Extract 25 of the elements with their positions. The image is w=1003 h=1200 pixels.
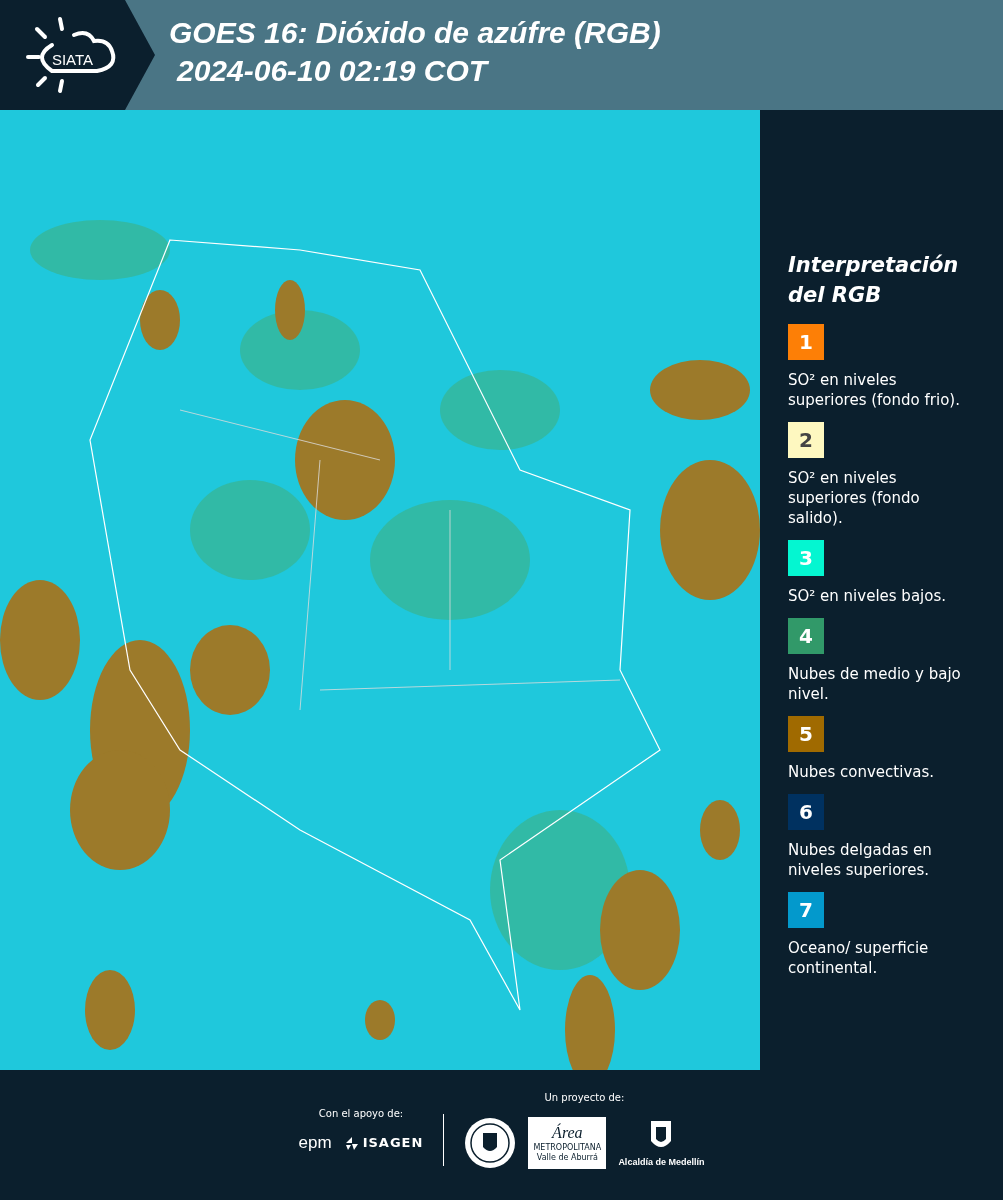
legend-swatch: 2 bbox=[788, 422, 824, 458]
page-title: GOES 16: Dióxido de azúfre (RGB) bbox=[169, 15, 661, 51]
support-label: Con el apoyo de: bbox=[318, 1107, 404, 1119]
legend-text: Oceano/ superficie continental. bbox=[788, 938, 930, 978]
area-logo: Área METROPOLITANA Valle de Aburrá bbox=[528, 1116, 607, 1169]
isagen-logo: ISAGEN bbox=[343, 1134, 424, 1151]
legend-text: Nubes de medio y bajo nivel. bbox=[788, 664, 962, 704]
legend-text: SO² en niveles superiores (fondo frio). bbox=[788, 370, 961, 410]
legend-text: SO² en niveles superiores (fondo salido). bbox=[788, 468, 921, 528]
legend-swatch: 7 bbox=[788, 892, 824, 928]
legend-text: Nubes delgadas en niveles superiores. bbox=[788, 840, 933, 880]
legend-title: Interpretación del RGB bbox=[788, 252, 960, 309]
legend-text: SO² en niveles bajos. bbox=[788, 586, 947, 606]
seal-icon bbox=[464, 1116, 517, 1169]
alcaldia-logo-text: Alcaldía de Medellín bbox=[618, 1156, 705, 1167]
legend-swatch: 1 bbox=[788, 324, 824, 360]
legend-text: Nubes convectivas. bbox=[788, 762, 936, 782]
timestamp: 2024-06-10 02:19 COT bbox=[175, 53, 490, 89]
epm-logo: epm bbox=[298, 1132, 332, 1153]
legend-swatch: 6 bbox=[788, 794, 824, 830]
legend-swatch: 5 bbox=[788, 716, 824, 752]
project-label: Un proyecto de: bbox=[544, 1091, 625, 1103]
legend-swatch: 3 bbox=[788, 540, 824, 576]
logo-text: SIATA bbox=[51, 50, 94, 68]
legend-swatch: 4 bbox=[788, 618, 824, 654]
